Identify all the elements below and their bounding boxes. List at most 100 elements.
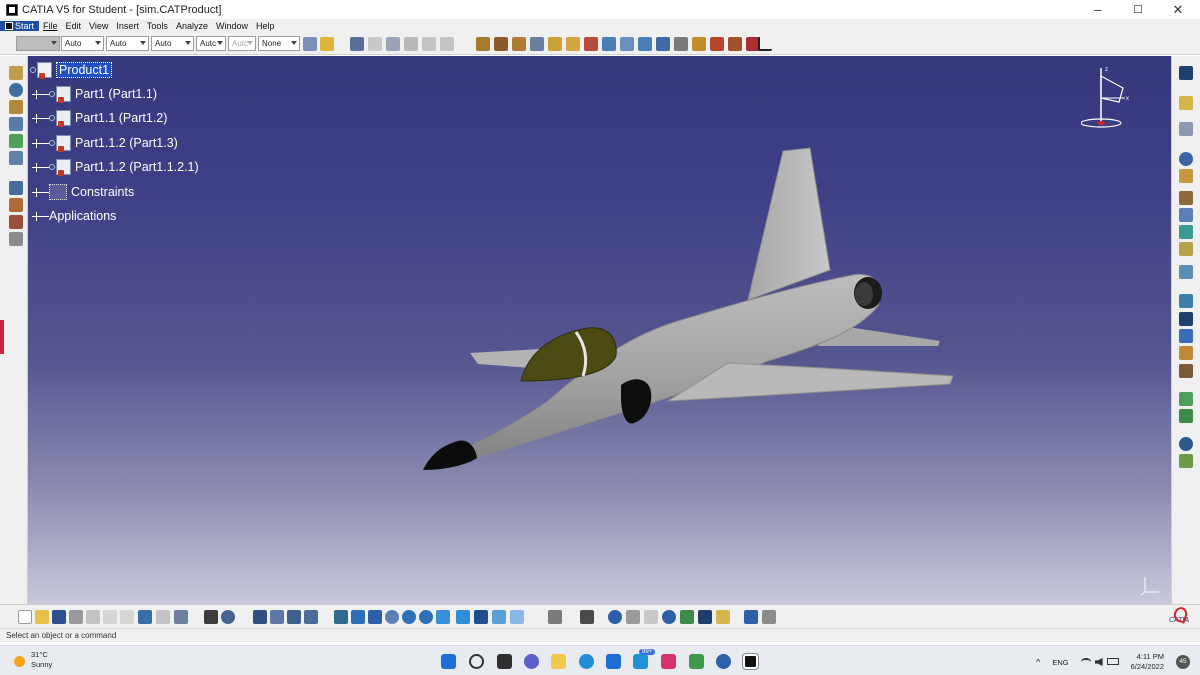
quick-view-icon[interactable] <box>548 610 562 624</box>
product-structure-icon[interactable] <box>9 66 23 80</box>
table-icon[interactable] <box>253 610 267 624</box>
analyze-icon[interactable] <box>1179 242 1193 256</box>
tree-root-label[interactable]: Product1 <box>56 62 113 78</box>
tree-node-part4[interactable]: Part1.1.2 (Part1.1.2.1) <box>32 159 199 176</box>
enhanced-scene-icon[interactable] <box>1179 346 1193 360</box>
expand-icon[interactable] <box>32 89 41 99</box>
formula-icon[interactable] <box>204 610 218 624</box>
tree-node-part3[interactable]: Part1.1.2 (Part1.3) <box>32 135 178 152</box>
depth-effect-icon[interactable] <box>698 610 712 624</box>
fit-all-icon[interactable] <box>351 610 365 624</box>
update-icon[interactable] <box>1179 265 1193 279</box>
catalog-icon[interactable] <box>350 37 364 51</box>
menu-window[interactable]: Window <box>212 21 252 31</box>
painter-icon[interactable] <box>303 37 317 51</box>
store-icon[interactable] <box>606 654 621 669</box>
walk-icon[interactable] <box>626 610 640 624</box>
contact-constraint-icon[interactable] <box>602 37 616 51</box>
iso-view-icon[interactable] <box>456 610 470 624</box>
weather-widget[interactable]: 31°C Sunny <box>14 650 52 670</box>
collapse-toolbar-icon[interactable] <box>1179 66 1193 80</box>
reset-icon[interactable] <box>9 83 23 97</box>
menu-tools[interactable]: Tools <box>143 21 172 31</box>
new-file-icon[interactable] <box>18 610 32 624</box>
print-icon[interactable] <box>69 610 83 624</box>
tree-node-constraints[interactable]: Constraints <box>32 184 134 200</box>
sectioning-icon[interactable] <box>9 215 23 229</box>
menu-help[interactable]: Help <box>252 21 279 31</box>
compass-icon[interactable]: z x <box>1081 62 1131 132</box>
stop-manipulate-icon[interactable] <box>548 37 562 51</box>
knowledge-icon[interactable] <box>304 610 318 624</box>
save-icon[interactable] <box>52 610 66 624</box>
3d-viewport[interactable]: Product1 Part1 (Part1.1) Part1.1 (Part1.… <box>28 56 1171 604</box>
task-view-icon[interactable] <box>497 654 512 669</box>
tree-node-label[interactable]: Part1.1.2 (Part1.1.2.1) <box>75 160 199 174</box>
tree-node-part2[interactable]: Part1.1 (Part1.2) <box>32 110 167 127</box>
menu-insert[interactable]: Insert <box>112 21 143 31</box>
catia-taskbar-icon[interactable] <box>742 653 759 670</box>
new-component-icon[interactable] <box>368 37 382 51</box>
tree-node-label[interactable]: Part1.1 (Part1.2) <box>75 111 167 125</box>
explode-view-icon[interactable] <box>1179 392 1193 406</box>
layer-combo[interactable]: None <box>258 36 300 51</box>
new-part-icon[interactable] <box>404 37 418 51</box>
minimize-button[interactable]: – <box>1078 0 1118 19</box>
rotate-icon[interactable] <box>1179 152 1193 166</box>
multi-view-icon[interactable] <box>762 610 776 624</box>
rotate-view-icon[interactable] <box>385 610 399 624</box>
search-icon[interactable] <box>469 654 484 669</box>
scene-icon[interactable] <box>9 134 23 148</box>
language-indicator[interactable]: ENG <box>1052 658 1068 667</box>
zoom-out-icon[interactable] <box>419 610 433 624</box>
cut-icon[interactable] <box>86 610 100 624</box>
replace-component-icon[interactable] <box>440 37 454 51</box>
fix-component-icon[interactable] <box>656 37 670 51</box>
tree-node-label[interactable]: Part1 (Part1.1) <box>75 87 157 101</box>
catalog-icon-2[interactable] <box>270 610 284 624</box>
help-icon[interactable] <box>174 610 188 624</box>
color-combo[interactable] <box>16 36 60 51</box>
menu-file[interactable]: File <box>39 21 62 31</box>
turn-head-icon[interactable] <box>608 610 622 624</box>
redo-icon[interactable] <box>156 610 170 624</box>
camera-icon[interactable] <box>580 610 594 624</box>
tree-node-label[interactable]: Applications <box>49 209 116 223</box>
measure-icon[interactable] <box>9 181 23 195</box>
clash-icon[interactable] <box>566 37 580 51</box>
sub-assembly-icon[interactable] <box>1179 191 1193 205</box>
publication-icon[interactable] <box>9 198 23 212</box>
clock[interactable]: 4:11 PM 6/24/2022 <box>1131 652 1164 672</box>
section-icon[interactable] <box>1179 312 1193 326</box>
notification-count[interactable]: 45 <box>1176 655 1190 669</box>
zoom-in-icon[interactable] <box>402 610 416 624</box>
publish-icon[interactable] <box>1179 454 1193 468</box>
rendering-style-combo[interactable]: Autc <box>228 36 256 51</box>
angle-constraint-icon[interactable] <box>638 37 652 51</box>
translate-icon[interactable] <box>1179 225 1193 239</box>
menu-analyze[interactable]: Analyze <box>172 21 212 31</box>
tree-node-part1[interactable]: Part1 (Part1.1) <box>32 86 157 103</box>
expand-icon[interactable] <box>32 162 41 172</box>
bill-of-material-icon[interactable] <box>9 100 23 114</box>
file-explorer-icon[interactable] <box>551 654 566 669</box>
graph-tree-icon[interactable] <box>9 151 23 165</box>
graphic-properties-icon[interactable] <box>320 37 334 51</box>
smart-move-icon[interactable] <box>512 37 526 51</box>
tree-node-applications[interactable]: Applications <box>32 209 116 223</box>
explode-icon[interactable] <box>530 37 544 51</box>
group-icon[interactable] <box>1179 409 1193 423</box>
tools-icon[interactable] <box>1179 364 1193 378</box>
change-constraint-icon[interactable] <box>728 37 742 51</box>
offset-constraint-icon[interactable] <box>620 37 634 51</box>
manipulate-icon[interactable] <box>476 37 490 51</box>
coincidence-constraint-icon[interactable] <box>584 37 598 51</box>
aircraft-model[interactable] <box>28 56 1171 604</box>
new-product-icon[interactable] <box>386 37 400 51</box>
menu-edit[interactable]: Edit <box>62 21 86 31</box>
expand-icon[interactable] <box>32 187 41 197</box>
line-type-combo[interactable]: Auto <box>151 36 194 51</box>
distance-icon[interactable] <box>1179 329 1193 343</box>
chevron-up-icon[interactable]: ^ <box>1036 657 1040 667</box>
normal-view-icon[interactable] <box>436 610 450 624</box>
